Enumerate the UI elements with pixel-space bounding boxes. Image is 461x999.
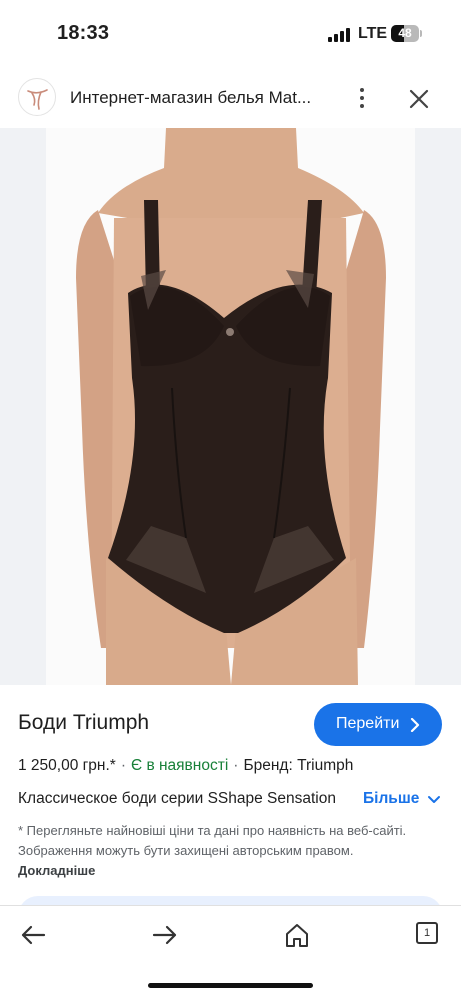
chevron-right-icon — [410, 718, 420, 732]
battery-icon: 48 — [391, 25, 422, 42]
description-row: Классическое боди серии SShape Sensation… — [18, 790, 448, 812]
status-bar: 18:33 LTE 48 — [0, 0, 461, 66]
product-title: Боди Triumph — [18, 711, 150, 734]
product-description: Классическое боди серии SShape Sensation — [18, 790, 336, 807]
chevron-down-icon — [428, 796, 440, 803]
product-image[interactable] — [46, 128, 415, 685]
separator: · — [233, 757, 239, 774]
bottom-nav: 1 — [0, 905, 461, 999]
close-icon[interactable] — [404, 84, 434, 114]
disclaimer: * Перегляньте найновіші ціни та дані про… — [18, 821, 418, 881]
disclaimer-text: * Перегляньте найновіші ціни та дані про… — [18, 823, 407, 858]
more-options-icon[interactable] — [348, 82, 376, 114]
more-link-label: Більше — [363, 790, 420, 807]
forward-arrow-icon[interactable] — [150, 920, 180, 950]
product-brand: Бренд: Triumph — [243, 757, 354, 774]
stock-status: Є в наявності — [131, 757, 229, 774]
signal-icon — [328, 28, 350, 42]
more-link[interactable]: Більше — [363, 790, 440, 808]
home-icon[interactable] — [282, 920, 312, 950]
tab-count: 1 — [416, 922, 438, 944]
page-header: Интернет-магазин белья Mat... — [0, 70, 461, 128]
product-price: 1 250,00 грн.* — [18, 757, 116, 774]
visit-button[interactable]: Перейти — [314, 703, 442, 746]
site-favicon-icon — [18, 78, 56, 116]
product-meta-row: 1 250,00 грн.* · Є в наявності · Бренд: Triu… — [18, 757, 448, 775]
home-indicator — [148, 983, 313, 988]
separator: · — [120, 757, 126, 774]
visit-button-label: Перейти — [336, 715, 400, 732]
back-arrow-icon[interactable] — [18, 920, 48, 950]
status-time: 18:33 — [57, 22, 110, 44]
tabs-button[interactable]: 1 — [414, 920, 444, 950]
image-area — [0, 128, 461, 685]
battery-level: 48 — [398, 26, 412, 40]
details-link[interactable]: Докладніше — [18, 863, 95, 878]
network-type: LTE — [358, 25, 388, 42]
page-title[interactable]: Интернет-магазин белья Mat... — [70, 88, 330, 108]
